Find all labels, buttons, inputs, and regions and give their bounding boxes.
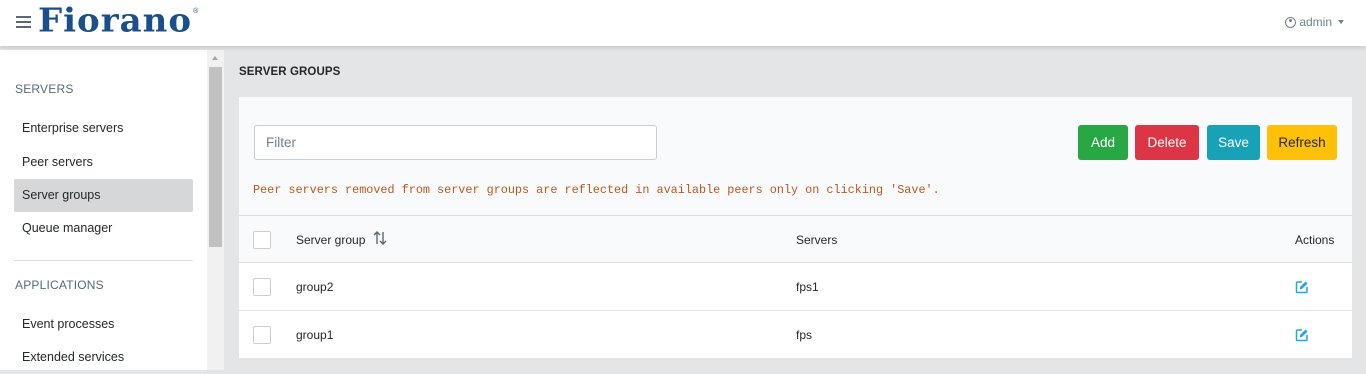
logo-text: Fiorano <box>38 2 193 41</box>
sidebar-item-server-groups[interactable]: Server groups <box>14 179 193 212</box>
save-button[interactable]: Save <box>1207 125 1260 160</box>
fiorano-logo[interactable]: Fiorano ® <box>38 2 198 42</box>
scroll-up-arrow-icon[interactable] <box>212 56 218 60</box>
server-groups-card: Add Delete Save Refresh Peer servers rem… <box>239 97 1352 359</box>
server-group-cell: group1 <box>296 328 334 342</box>
column-header-servers: Servers <box>796 233 838 247</box>
sidebar-item-peer-servers[interactable]: Peer servers <box>14 146 193 179</box>
sidebar-item-event-processes[interactable]: Event processes <box>14 308 193 341</box>
save-notice-text: Peer servers removed from server groups … <box>253 183 940 197</box>
servers-cell: fps1 <box>796 280 819 294</box>
table-header-row: Server group Servers Actions <box>239 215 1352 263</box>
server-group-cell: group2 <box>296 280 334 294</box>
sort-icon[interactable] <box>372 230 388 246</box>
sidebar-item-extended-services[interactable]: Extended services <box>14 341 193 374</box>
top-navbar: Fiorano ® admin <box>0 0 1366 46</box>
table-row[interactable]: group2 fps1 <box>239 263 1352 311</box>
page-title: SERVER GROUPS <box>239 66 341 78</box>
column-header-server-group[interactable]: Server group <box>296 233 365 247</box>
nav-section-applications: APPLICATIONS <box>15 278 104 292</box>
card-toolbar: Add Delete Save Refresh Peer servers rem… <box>239 97 1352 215</box>
nav-section-servers: SERVERS <box>15 82 74 96</box>
column-header-actions: Actions <box>1295 233 1335 247</box>
sidebar: SERVERS Enterprise servers Peer servers … <box>0 50 207 370</box>
filter-input[interactable] <box>254 125 657 160</box>
sidebar-item-enterprise-servers[interactable]: Enterprise servers <box>14 112 193 145</box>
sidebar-item-queue-manager[interactable]: Queue manager <box>14 212 193 245</box>
row-checkbox[interactable] <box>253 278 271 296</box>
refresh-button[interactable]: Refresh <box>1267 125 1337 160</box>
add-button[interactable]: Add <box>1078 125 1128 160</box>
sidebar-scrollbar[interactable] <box>207 50 224 370</box>
servers-cell: fps <box>796 328 813 342</box>
hamburger-menu-icon[interactable] <box>16 16 31 28</box>
edit-icon[interactable] <box>1295 280 1309 294</box>
registered-mark: ® <box>193 8 199 15</box>
delete-button[interactable]: Delete <box>1135 125 1199 160</box>
user-icon <box>1285 16 1297 28</box>
select-all-checkbox[interactable] <box>253 231 271 249</box>
scrollbar-thumb[interactable] <box>209 67 222 247</box>
user-menu[interactable]: admin <box>1285 15 1344 29</box>
table-row[interactable]: group1 fps <box>239 311 1352 359</box>
nav-divider <box>14 260 193 261</box>
edit-icon[interactable] <box>1295 328 1309 342</box>
row-checkbox[interactable] <box>253 326 271 344</box>
user-name: admin <box>1299 15 1332 29</box>
caret-down-icon <box>1338 20 1344 24</box>
